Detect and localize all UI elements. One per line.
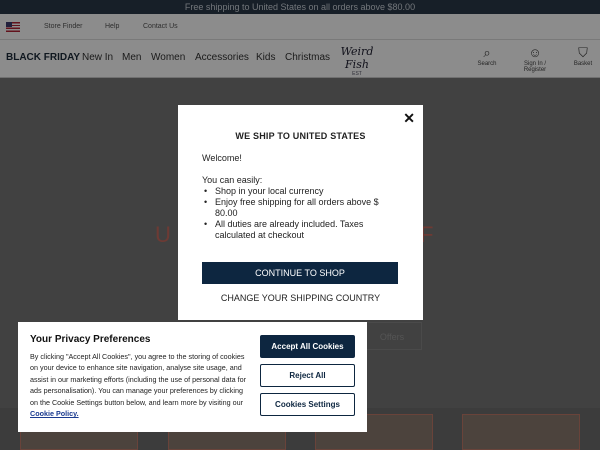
shipping-modal-title: WE SHIP TO UNITED STATES (235, 131, 366, 141)
close-icon[interactable]: ✕ (403, 110, 415, 127)
benefits-list: Shop in your local currency Enjoy free s… (202, 186, 402, 241)
benefit-item: Shop in your local currency (202, 186, 402, 197)
reject-all-button[interactable]: Reject All (260, 364, 355, 387)
accept-all-cookies-button[interactable]: Accept All Cookies (260, 335, 355, 358)
cookies-settings-button[interactable]: Cookies Settings (260, 393, 355, 416)
benefit-item: All duties are already included. Taxes c… (202, 219, 402, 241)
cookie-banner-text: By clicking "Accept All Cookies", you ag… (30, 351, 248, 419)
welcome-text: Welcome! (202, 153, 242, 163)
shipping-modal-body: Welcome! You can easily: Shop in your lo… (202, 153, 402, 241)
continue-to-shop-button[interactable]: CONTINUE TO SHOP (202, 262, 398, 284)
cookie-banner-title: Your Privacy Preferences (30, 334, 151, 345)
cookie-banner: Your Privacy Preferences By clicking "Ac… (18, 322, 367, 432)
cookie-policy-link[interactable]: Cookie Policy. (30, 409, 79, 418)
benefit-item: Enjoy free shipping for all orders above… (202, 197, 402, 219)
change-shipping-country-link[interactable]: CHANGE YOUR SHIPPING COUNTRY (178, 293, 423, 303)
shipping-modal: ✕ WE SHIP TO UNITED STATES Welcome! You … (178, 105, 423, 320)
intro-text: You can easily: (202, 175, 263, 185)
cookie-description: By clicking "Accept All Cookies", you ag… (30, 352, 247, 407)
